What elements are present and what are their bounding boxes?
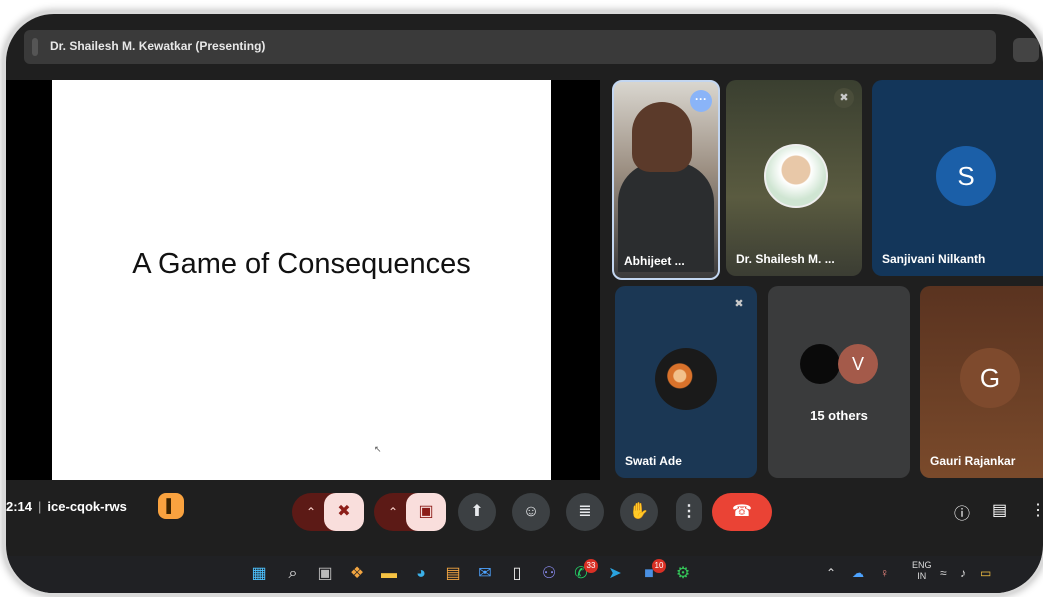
participant-tile-others[interactable]: V 15 others [768, 286, 910, 478]
microphone-icon[interactable]: ♀ [880, 566, 889, 580]
more-vert-icon[interactable]: ⋮ [1030, 500, 1043, 520]
meeting-info: 2:14 | ice-cqok-rws [6, 499, 127, 514]
participant-name: Gauri Rajankar [930, 454, 1016, 468]
avatar: G [960, 348, 1020, 408]
avatar: S [936, 146, 996, 206]
separator: | [38, 499, 42, 514]
participant-tile-sanjivani[interactable]: S Sanjivani Nilkanth [872, 80, 1043, 276]
expand-icon[interactable] [1013, 38, 1039, 62]
slide-title: A Game of Consequences [132, 248, 471, 280]
search-icon[interactable]: ⌕ [282, 563, 304, 585]
chevron-up-icon[interactable]: ⌃ [380, 493, 406, 531]
mouse-cursor-icon: ↖ [374, 444, 382, 454]
meet-window: Dr. Shailesh M. Kewatkar (Presenting) A … [6, 14, 1043, 593]
avatar [800, 344, 840, 384]
battery-icon[interactable]: ▭ [980, 566, 991, 580]
chevron-up-icon[interactable]: ⌃ [298, 493, 324, 531]
volume-icon[interactable]: ♪ [960, 566, 966, 580]
info-icon[interactable]: ⓘ [954, 500, 970, 524]
others-count: 15 others [810, 408, 868, 423]
participant-name: Abhijeet ... [624, 254, 685, 268]
windows-taskbar: ▦ ⌕ ▣ ❖ ▬ ◕ ▤ ✉ ▯ ⚇ ✆ 33 ➤ ■ 10 ⚙ ⌃ ☁ ♀ EN… [6, 556, 1043, 593]
door-icon[interactable]: ▌ [158, 493, 184, 519]
task-view-icon[interactable]: ▣ [314, 563, 336, 585]
mic-group: ⌃ ✖ [292, 493, 364, 531]
chevron-up-icon[interactable]: ⌃ [826, 566, 836, 580]
participant-name: Dr. Shailesh M. ... [736, 252, 835, 266]
pin-icon[interactable] [32, 38, 38, 56]
notification-badge: 33 [584, 559, 598, 573]
participant-tile-shailesh[interactable]: ✖ Dr. Shailesh M. ... [726, 80, 862, 276]
call-end-icon[interactable]: ☎ [712, 493, 772, 531]
cloud-icon[interactable]: ☁ [852, 566, 864, 580]
whatsapp-icon[interactable]: ✆ 33 [570, 559, 598, 585]
app-icon[interactable]: ⚙ [672, 563, 694, 585]
presentation-slide: A Game of Consequences ↖ [52, 80, 551, 480]
language-indicator[interactable]: ENG IN [912, 560, 932, 582]
participant-tile-swati[interactable]: ✖ Swati Ade [615, 286, 757, 478]
edge-browser-icon[interactable]: ◕ [410, 563, 432, 585]
document-icon[interactable]: ▯ [506, 563, 528, 585]
raise-hand-icon[interactable]: ✋ [620, 493, 658, 531]
telegram-icon[interactable]: ➤ [604, 563, 626, 585]
presenter-title: Dr. Shailesh M. Kewatkar (Presenting) [50, 39, 266, 53]
wifi-icon[interactable]: ≈ [940, 566, 947, 580]
participant-tile-abhijeet[interactable]: ··· Abhijeet ... [612, 80, 720, 280]
camera-off-button[interactable]: ▣ [406, 493, 446, 531]
chat-icon[interactable]: ▤ [992, 500, 1007, 520]
presenter-bar: Dr. Shailesh M. Kewatkar (Presenting) [24, 30, 996, 64]
present-screen-icon[interactable]: ⬆ [458, 493, 496, 531]
participant-name: Swati Ade [625, 454, 682, 468]
captions-icon[interactable]: ≣ [566, 493, 604, 531]
teams-icon[interactable]: ⚇ [538, 563, 560, 585]
mic-off-button[interactable]: ✖ [324, 493, 364, 531]
linkedin-icon[interactable]: ■ 10 [638, 559, 666, 585]
meeting-toolbar: 2:14 | ice-cqok-rws ▌ ⌃ ✖ ⌃ ▣ ⬆ ☺ ≣ ✋ ⋮ ☎ … [6, 482, 1043, 532]
emoji-icon[interactable]: ☺ [512, 493, 550, 531]
meeting-code: ice-cqok-rws [47, 499, 127, 514]
more-vert-icon[interactable]: ⋮ [676, 493, 702, 531]
copilot-icon[interactable]: ❖ [346, 563, 368, 585]
language-code: ENG [912, 560, 932, 570]
mic-off-icon: ✖ [834, 88, 854, 108]
store-icon[interactable]: ▤ [442, 563, 464, 585]
meeting-time: 2:14 [6, 499, 33, 514]
mic-off-icon: ✖ [734, 298, 744, 310]
windows-start-icon[interactable]: ▦ [248, 563, 270, 585]
participant-face [632, 102, 692, 172]
more-horizontal-icon[interactable]: ··· [690, 90, 712, 112]
avatar [655, 348, 717, 410]
participant-tile-gauri[interactable]: G Gauri Rajankar [920, 286, 1043, 478]
notification-badge: 10 [652, 559, 666, 573]
avatar [764, 144, 828, 208]
mail-icon[interactable]: ✉ [474, 563, 496, 585]
camera-group: ⌃ ▣ [374, 493, 446, 531]
participant-name: Sanjivani Nilkanth [882, 252, 986, 266]
avatar: V [838, 344, 878, 384]
file-explorer-icon[interactable]: ▬ [378, 563, 400, 585]
region-code: IN [917, 571, 927, 581]
